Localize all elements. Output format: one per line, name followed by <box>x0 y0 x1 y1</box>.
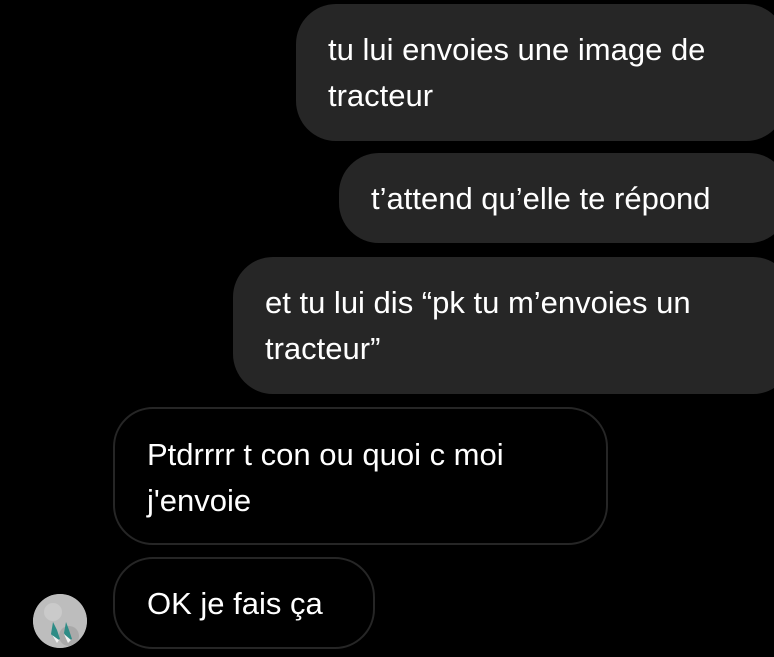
avatar-photo-icon <box>33 594 87 648</box>
received-message-1[interactable]: Ptdrrrr t con ou quoi c moi j'envoie <box>113 407 608 545</box>
contact-avatar[interactable] <box>33 594 87 648</box>
sent-message-2[interactable]: t’attend qu’elle te répond <box>339 153 774 243</box>
received-message-2[interactable]: OK je fais ça <box>113 557 375 649</box>
sent-message-3[interactable]: et tu lui dis “pk tu m’envoies un tracte… <box>233 257 774 394</box>
sent-message-1[interactable]: tu lui envoies une image de tracteur <box>296 4 774 141</box>
